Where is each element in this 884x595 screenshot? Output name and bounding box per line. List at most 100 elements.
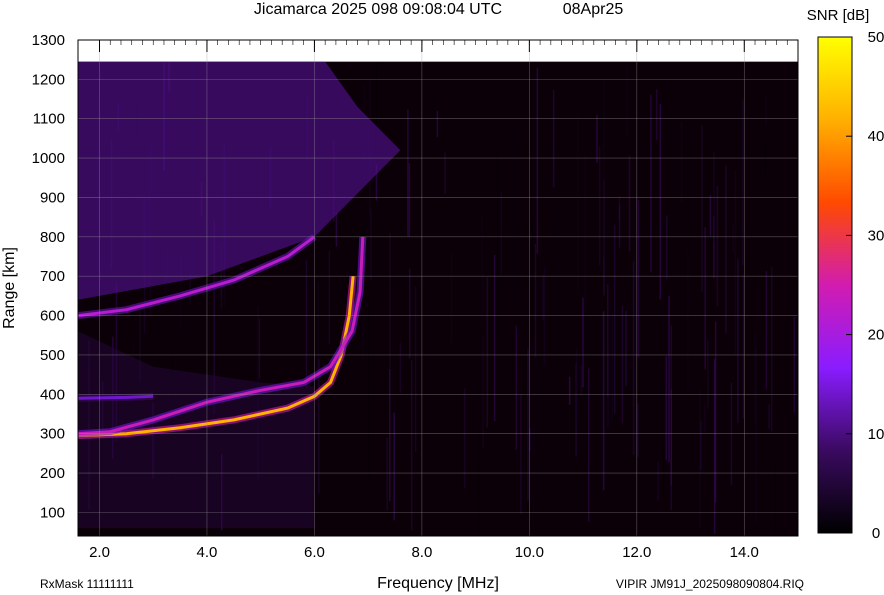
y-tick-label: 400: [40, 386, 65, 403]
x-tick-label: 14.0: [730, 544, 759, 561]
noise-streak: [626, 65, 628, 136]
x-tick-label: 8.0: [411, 544, 432, 561]
noise-streak: [611, 313, 614, 422]
noise-streak: [732, 224, 734, 254]
noise-streak: [632, 261, 635, 455]
noise-streak: [533, 334, 535, 512]
noise-streak: [556, 209, 558, 397]
noise-streak: [486, 277, 489, 428]
colorbar-tick-label: 0: [872, 525, 880, 542]
noise-streak: [793, 329, 795, 387]
noise-streak: [481, 214, 484, 327]
y-tick-label: 1000: [32, 150, 65, 167]
noise-streak: [367, 293, 370, 477]
noise-streak: [407, 109, 409, 237]
noise-streak: [531, 216, 534, 339]
noise-streak: [699, 390, 701, 529]
ionogram-figure: Jicamarca 2025 098 09:08:04 UTC 08Apr25 …: [1, 1, 884, 592]
chart-title: Jicamarca 2025 098 09:08:04 UTC: [254, 1, 502, 18]
noise-streak: [665, 356, 668, 461]
noise-streak: [596, 115, 598, 163]
noise-streak: [655, 89, 658, 141]
noise-streak: [450, 254, 453, 344]
noise-streak: [433, 90, 436, 133]
noise-streak: [666, 215, 668, 279]
noise-streak: [603, 79, 605, 258]
noise-streak: [386, 437, 388, 511]
noise-streak: [670, 388, 673, 486]
noise-streak: [602, 311, 605, 491]
noise-streak: [742, 99, 744, 265]
colorbar-tick-label: 40: [868, 128, 884, 145]
x-tick-label: 10.0: [515, 544, 544, 561]
heatmap-layer: [78, 61, 798, 536]
footer-filename: VIPIR JM91J_2025098090804.RIQ: [616, 577, 804, 591]
echo-trace: [78, 394, 154, 400]
noise-streak: [613, 224, 616, 414]
noise-streak: [408, 268, 411, 359]
noise-streak: [496, 148, 499, 340]
x-axis-title: Frequency [MHz]: [377, 575, 499, 592]
noise-streak: [755, 346, 757, 524]
footer-rxmask: RxMask 11111111: [40, 577, 134, 591]
noise-streak: [536, 67, 539, 254]
noise-streak: [716, 185, 719, 307]
noise-streak: [393, 412, 395, 521]
noise-streak: [588, 368, 590, 522]
noise-streak: [500, 190, 503, 275]
y-tick-label: 100: [40, 504, 65, 521]
noise-streak: [582, 297, 584, 388]
noise-streak: [650, 94, 652, 273]
y-tick-label: 1100: [33, 111, 65, 128]
noise-streak: [478, 427, 480, 534]
y-tick-label: 600: [40, 308, 65, 325]
noise-streak: [701, 125, 703, 292]
noise-streak: [663, 434, 665, 498]
noise-streak: [725, 165, 727, 334]
noise-streak: [489, 150, 491, 200]
colorbar-label: SNR [dB]: [807, 7, 870, 24]
noise-streak: [618, 204, 621, 248]
noise-streak: [410, 360, 413, 531]
noise-streak: [370, 208, 372, 280]
noise-streak: [568, 376, 571, 405]
noise-streak: [637, 200, 640, 358]
noise-streak: [482, 336, 484, 448]
noise-streak: [659, 104, 661, 300]
noise-streak: [575, 348, 578, 420]
noise-streak: [742, 274, 745, 419]
noise-streak: [760, 119, 762, 266]
colorbar: [817, 36, 853, 534]
noise-streak: [765, 270, 768, 390]
noise-streak: [607, 283, 609, 397]
noise-streak: [768, 404, 770, 429]
noise-streak: [527, 348, 529, 501]
noise-streak: [765, 95, 767, 126]
noise-streak: [774, 461, 776, 534]
noise-streak: [795, 323, 797, 384]
noise-streak: [552, 90, 555, 188]
noise-streak: [389, 233, 391, 368]
noise-streak: [436, 111, 439, 138]
noise-streak: [444, 152, 446, 195]
y-tick-label: 1300: [32, 32, 65, 49]
noise-streak: [704, 404, 706, 433]
y-tick-label: 1200: [32, 71, 65, 88]
y-axis-title: Range [km]: [1, 247, 18, 329]
noise-streak: [601, 311, 604, 495]
noise-streak: [657, 462, 659, 501]
noise-streak: [584, 155, 586, 315]
noise-streak: [576, 112, 579, 294]
noise-streak: [493, 254, 496, 422]
noise-streak: [388, 368, 391, 502]
x-tick-label: 12.0: [622, 544, 651, 561]
y-tick-label: 500: [40, 347, 65, 364]
noise-streak: [709, 195, 712, 236]
y-tick-label: 800: [40, 229, 65, 246]
noise-streak: [668, 295, 670, 463]
noise-streak: [534, 244, 537, 358]
y-tick-label: 700: [40, 268, 65, 285]
colorbar-tick-label: 30: [868, 227, 884, 244]
noise-streak: [408, 163, 411, 237]
noise-streak: [707, 340, 709, 409]
